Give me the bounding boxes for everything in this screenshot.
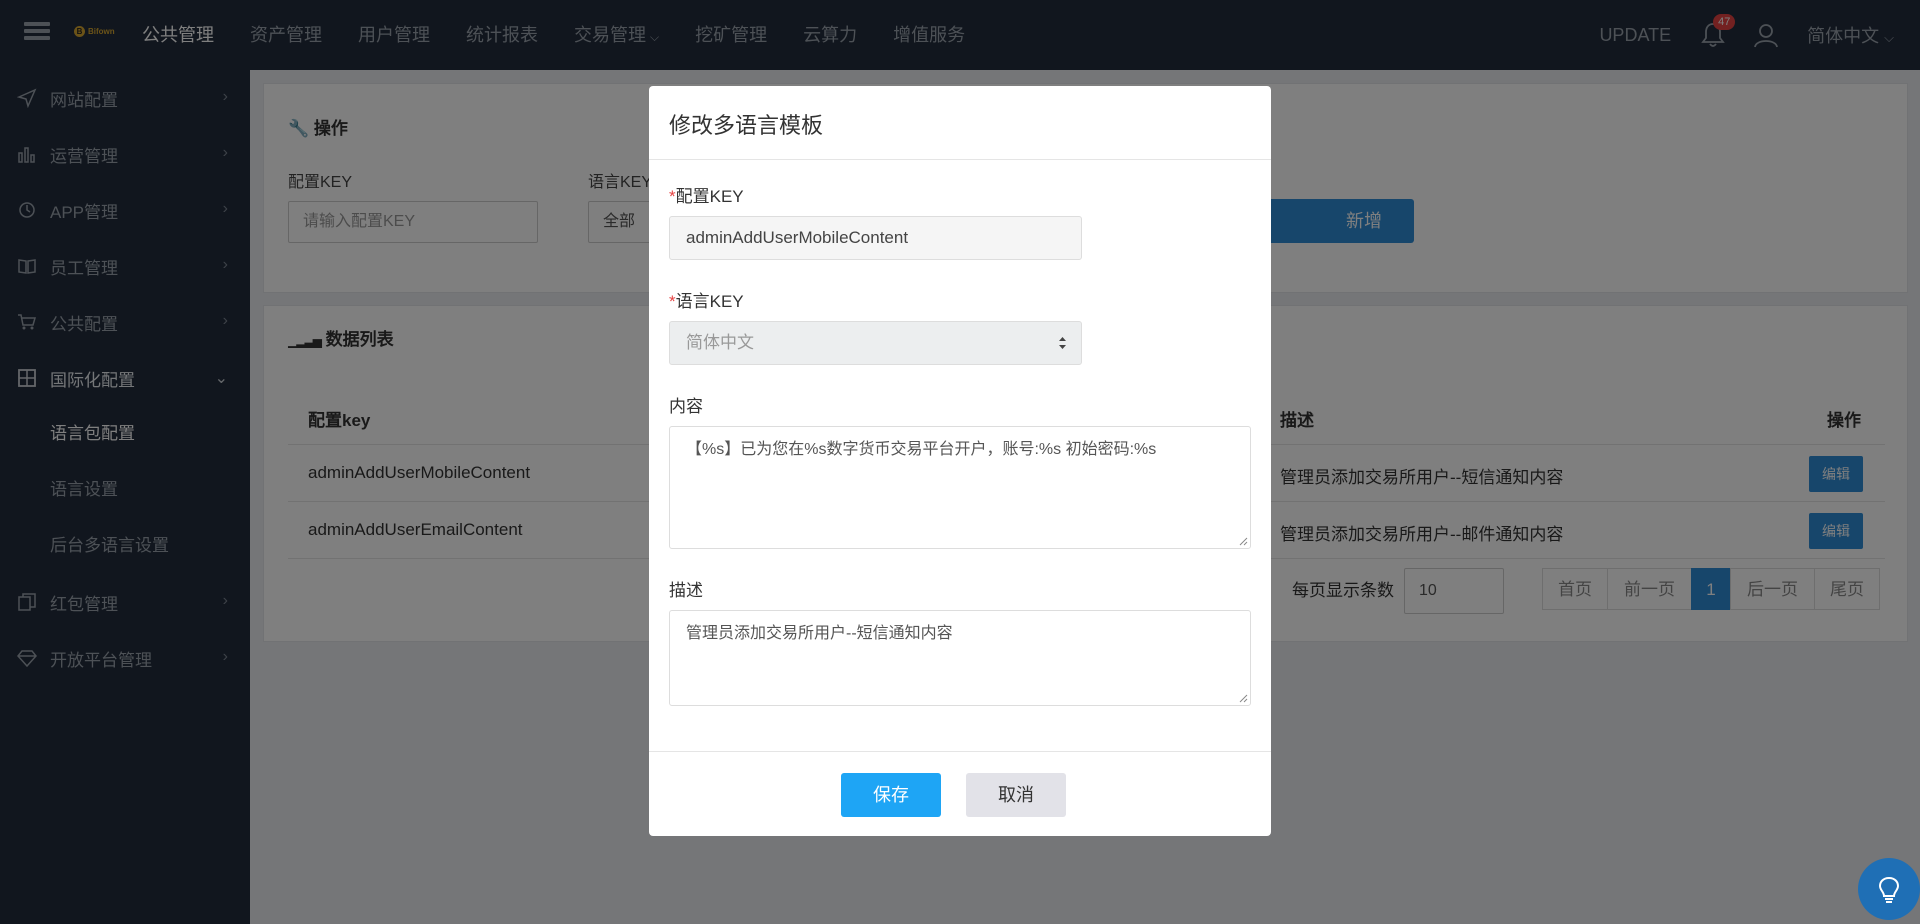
lang-key-select[interactable]: 简体中文 — [669, 321, 1082, 365]
select-updown-icon — [1059, 337, 1066, 349]
config-key-field-label: *配置KEY — [669, 187, 744, 206]
modal-title: 修改多语言模板 — [669, 113, 824, 138]
resize-grip-icon[interactable] — [1238, 693, 1248, 703]
content-textarea[interactable]: 【%s】已为您在%s数字货币交易平台开户，账号:%s 初始密码:%s — [669, 426, 1251, 549]
resize-grip-icon[interactable] — [1238, 536, 1248, 546]
lightbulb-icon[interactable] — [1858, 858, 1920, 920]
save-button[interactable]: 保存 — [841, 773, 941, 817]
desc-field-label: 描述 — [669, 581, 703, 600]
edit-language-template-modal: 修改多语言模板 *配置KEY adminAddUserMobileContent… — [649, 86, 1271, 836]
desc-textarea[interactable]: 管理员添加交易所用户--短信通知内容 — [669, 610, 1251, 706]
content-field-label: 内容 — [669, 397, 703, 416]
cancel-button[interactable]: 取消 — [966, 773, 1066, 817]
lang-key-field-label: *语言KEY — [669, 292, 744, 311]
config-key-field[interactable]: adminAddUserMobileContent — [669, 216, 1082, 260]
